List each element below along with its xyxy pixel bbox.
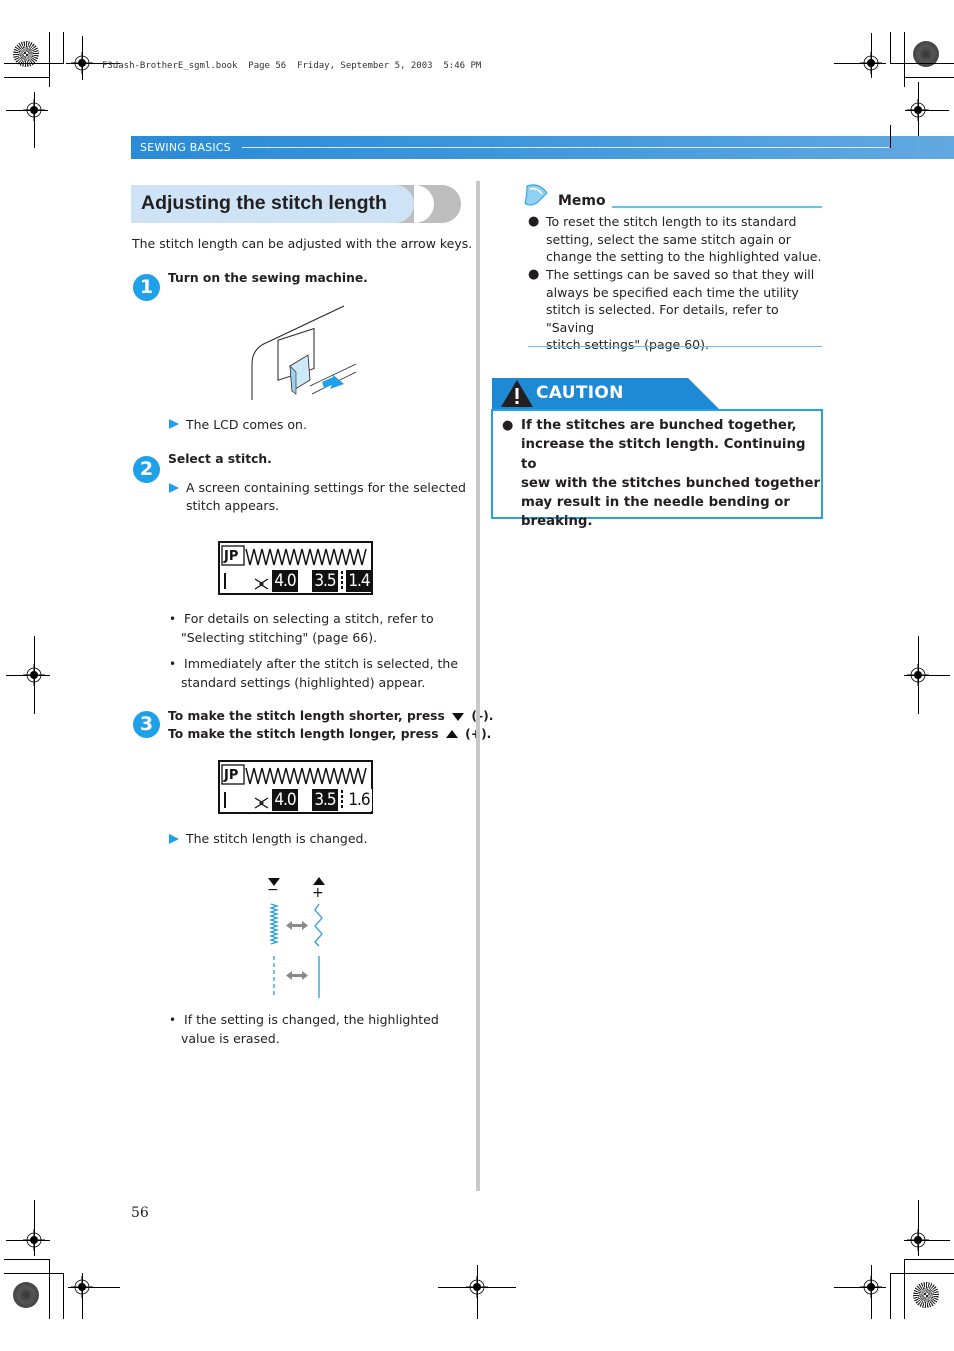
memo-bottom-rule xyxy=(528,346,822,347)
color-target-icon xyxy=(13,1282,39,1308)
page-title-banner: Adjusting the stitch length xyxy=(131,185,461,223)
print-slug: F3dash-BrotherE_sgml.book Page 56 Friday… xyxy=(102,61,482,71)
column-divider xyxy=(476,181,480,1191)
stitch-comparison-icon xyxy=(268,903,323,998)
step-number-2: 2 xyxy=(133,456,160,483)
lcd-tension-value: 1.6 xyxy=(346,789,372,811)
down-arrow-key-icon xyxy=(452,712,465,721)
svg-text:JP: JP xyxy=(223,549,238,564)
step-3-note: • If the setting is changed, the highlig… xyxy=(169,1012,439,1046)
step-1-result: The LCD comes on. xyxy=(186,417,307,432)
memo-item-1: ● To reset the stitch length to its stan… xyxy=(528,214,822,264)
page-number: 56 xyxy=(131,1205,149,1221)
step-1-title: Turn on the sewing machine. xyxy=(168,271,368,285)
bullet-icon: ● xyxy=(502,418,514,433)
lcd-width-value: 4.0 xyxy=(272,570,298,592)
memo-item-2: ● The settings can be saved so that they… xyxy=(528,267,815,352)
lcd-length-value: 3.5 xyxy=(312,789,338,811)
lcd-screen-changed: JP 4.0 3.5 1.6 xyxy=(218,760,373,814)
bullet-icon: ● xyxy=(528,214,540,229)
result-arrow-icon xyxy=(169,483,179,493)
power-switch-illustration xyxy=(251,305,357,400)
up-arrow-key-icon xyxy=(445,730,458,738)
section-label: SEWING BASICS xyxy=(140,141,231,154)
step-2-note-1: • For details on selecting a stitch, ref… xyxy=(169,611,434,645)
intro-text: The stitch length can be adjusted with t… xyxy=(132,236,473,251)
color-target-icon xyxy=(913,1282,939,1308)
step-number-3: 3 xyxy=(133,711,160,738)
section-header-bar: SEWING BASICS xyxy=(131,136,954,159)
step-2-result: A screen containing settings for the sel… xyxy=(186,480,466,513)
section-rule xyxy=(242,147,889,148)
minus-label: − xyxy=(267,882,279,898)
step-3-result: The stitch length is changed. xyxy=(186,831,368,846)
svg-text:JP: JP xyxy=(223,768,238,783)
step-2-title: Select a stitch. xyxy=(168,452,272,466)
step-number-1: 1 xyxy=(133,274,160,301)
page-title: Adjusting the stitch length xyxy=(141,192,387,214)
step-2-note-2: • Immediately after the stitch is select… xyxy=(169,656,459,690)
lcd-length-value: 3.5 xyxy=(312,570,338,592)
memo-title: Memo xyxy=(558,193,606,209)
stitch-length-diagram: − + xyxy=(262,874,332,999)
result-arrow-icon xyxy=(169,419,179,429)
result-arrow-icon xyxy=(169,834,179,844)
plus-label: + xyxy=(312,885,324,901)
step-3-title: To make the stitch length shorter, press… xyxy=(168,709,494,741)
lcd-screen-default: JP 4.0 3.5 1.4 xyxy=(218,541,373,595)
lcd-width-value: 4.0 xyxy=(272,789,298,811)
lcd-tension-value: 1.4 xyxy=(346,570,372,592)
memo-bell-icon xyxy=(524,184,548,206)
caution-title: CAUTION xyxy=(536,383,624,403)
caution-box: ● If the stitches are bunched together, … xyxy=(491,409,823,529)
bullet-icon: ● xyxy=(528,267,540,282)
memo-top-rule xyxy=(612,206,822,208)
